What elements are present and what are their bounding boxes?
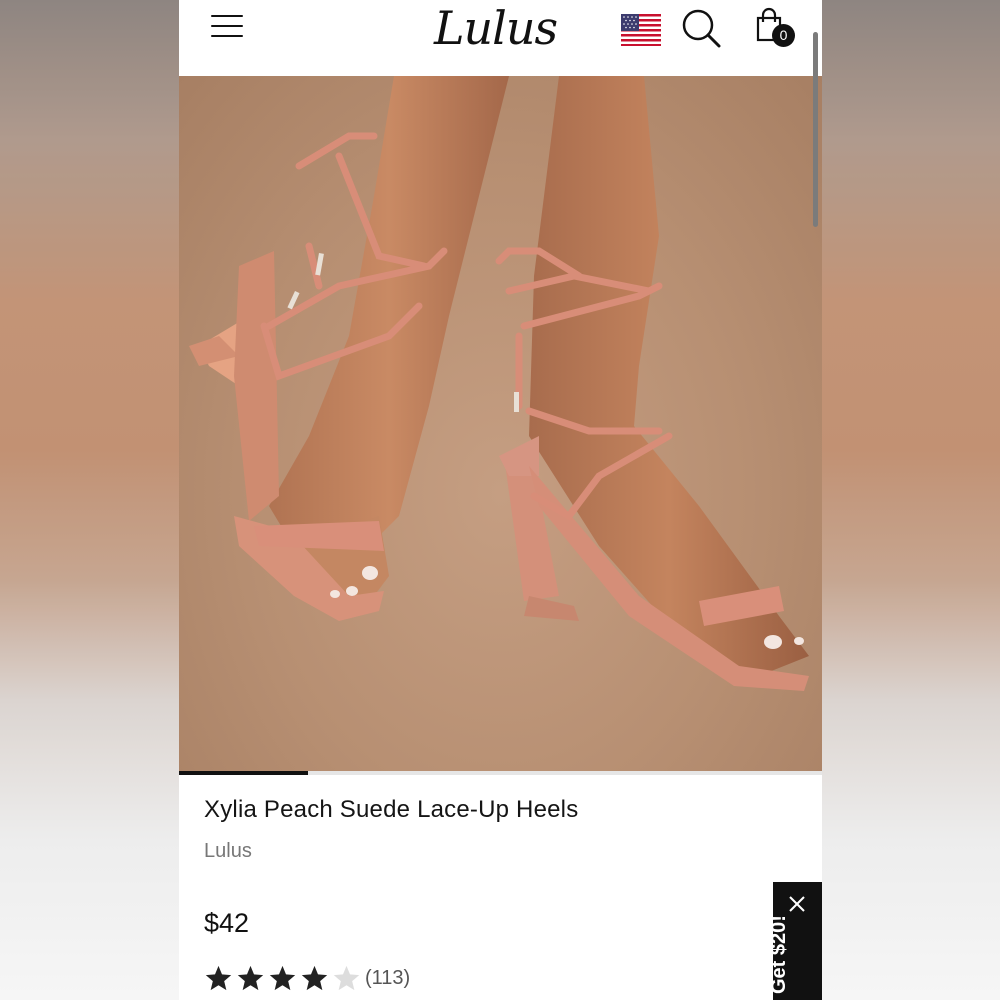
- product-title: Xylia Peach Suede Lace-Up Heels: [204, 796, 579, 823]
- star-empty-icon: [333, 965, 360, 990]
- background-blur-right: [822, 0, 1000, 1000]
- close-icon[interactable]: [787, 894, 807, 914]
- product-price: $42: [204, 908, 250, 938]
- product-image[interactable]: [179, 76, 822, 771]
- star-filled-icon: [237, 965, 264, 990]
- scrollbar[interactable]: [813, 32, 818, 227]
- carousel-progress-track: [179, 771, 822, 775]
- phone-screen: Lulus 0 Xylia Peach Suede Lace-Up Heels …: [179, 0, 822, 1000]
- review-count[interactable]: (113): [365, 967, 410, 990]
- promo-text[interactable]: Get $20!: [759, 915, 822, 994]
- carousel-progress-indicator: [179, 771, 308, 775]
- rating-stars[interactable]: (113): [204, 962, 410, 994]
- background-blur-left: [0, 0, 179, 1000]
- cart-count-badge: 0: [772, 24, 795, 47]
- star-filled-icon: [269, 965, 296, 990]
- product-photo-illustration: [189, 76, 809, 691]
- site-header: Lulus 0: [179, 0, 822, 76]
- lulus-logo[interactable]: Lulus: [434, 0, 564, 56]
- product-brand[interactable]: Lulus: [204, 840, 252, 863]
- search-icon[interactable]: [681, 8, 721, 48]
- us-flag-icon[interactable]: [621, 14, 661, 46]
- promo-tab[interactable]: Get $20!: [768, 882, 822, 1000]
- star-filled-icon: [205, 965, 232, 990]
- hamburger-menu-icon[interactable]: [211, 12, 245, 40]
- star-filled-icon: [301, 965, 328, 990]
